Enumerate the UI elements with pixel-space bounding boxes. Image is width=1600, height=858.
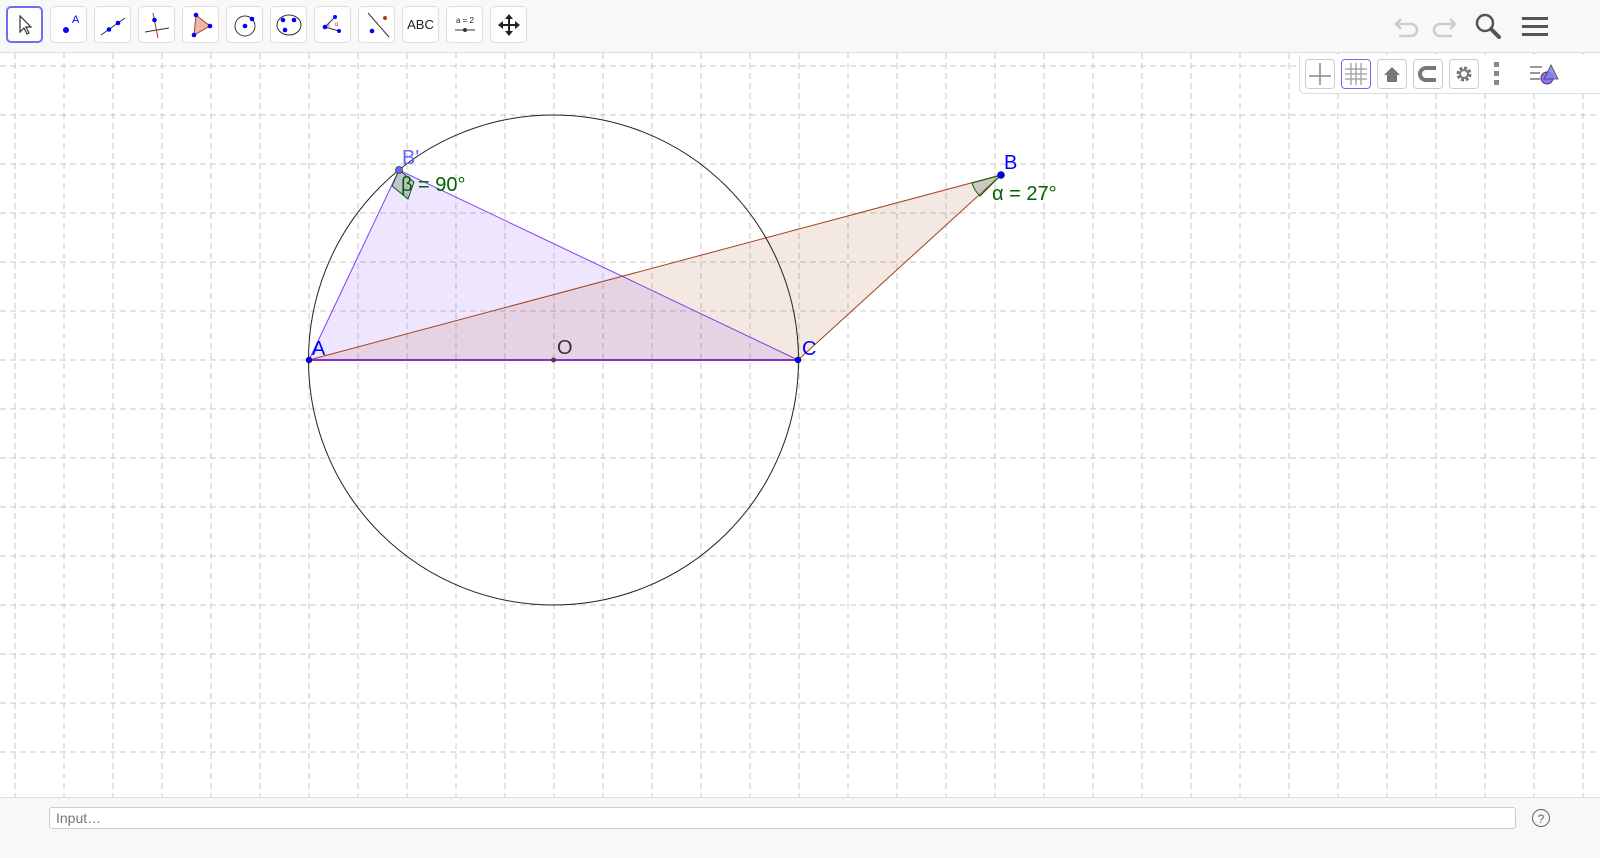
text-icon: ABC xyxy=(407,17,434,32)
label-a: A xyxy=(312,338,326,360)
circle-tool-button[interactable] xyxy=(226,6,263,43)
toolbar: A α ABC a = 2 xyxy=(0,0,1600,53)
magnet-icon xyxy=(1418,66,1436,82)
redo-button[interactable] xyxy=(1425,8,1461,44)
label-o: O xyxy=(557,337,573,359)
label-c: C xyxy=(802,338,816,360)
line-tool-button[interactable] xyxy=(94,6,131,43)
reflect-tool-button[interactable] xyxy=(358,6,395,43)
label-b-prime: B' xyxy=(402,147,419,169)
graphics-view[interactable]: A C O B B' β = 90° α = 27° xyxy=(0,53,1600,797)
search-icon xyxy=(1475,13,1501,39)
help-button[interactable]: ? xyxy=(1532,809,1550,827)
input-field[interactable] xyxy=(49,807,1516,829)
circle-three-points-icon xyxy=(276,14,301,35)
algebra-view-icon xyxy=(1530,63,1559,85)
move-tool-button[interactable] xyxy=(6,6,43,43)
label-b: B xyxy=(1004,152,1017,174)
input-bar: ? xyxy=(0,797,1600,858)
grid xyxy=(0,53,1600,797)
toggle-grid-button[interactable] xyxy=(1341,59,1371,89)
text-tool-button[interactable]: ABC xyxy=(402,6,439,43)
point-icon: A xyxy=(62,14,80,33)
settings-button[interactable] xyxy=(1449,59,1479,89)
slider-icon: a = 2 xyxy=(454,16,475,32)
perpendicular-tool-button[interactable] xyxy=(138,6,175,43)
grid-icon xyxy=(1345,63,1367,85)
circle-center-point-icon xyxy=(234,15,255,36)
polygon-tool-button[interactable] xyxy=(182,6,219,43)
point-tool-button[interactable]: A xyxy=(50,6,87,43)
label-alpha: α = 27° xyxy=(992,183,1057,205)
move-graphics-tool-button[interactable] xyxy=(490,6,527,43)
redo-icon xyxy=(1432,18,1457,38)
main-menu-button[interactable] xyxy=(1517,8,1553,44)
svg-text:A: A xyxy=(72,14,80,26)
graphics-style-bar xyxy=(1299,55,1600,94)
perpendicular-line-icon xyxy=(144,12,169,38)
gear-icon xyxy=(1456,66,1472,82)
more-options-button[interactable] xyxy=(1492,60,1502,88)
arrow-cursor-icon xyxy=(18,14,32,35)
vertical-dots-icon xyxy=(1494,62,1499,85)
point-capturing-button[interactable] xyxy=(1413,59,1443,89)
reflect-line-icon xyxy=(367,12,389,37)
undo-icon xyxy=(1394,18,1419,38)
undo-button[interactable] xyxy=(1390,8,1426,44)
standard-view-button[interactable] xyxy=(1377,59,1407,89)
angle-tool-button[interactable]: α xyxy=(314,6,351,43)
point-o[interactable] xyxy=(551,357,556,363)
axes-icon xyxy=(1309,63,1331,85)
move-graphics-icon xyxy=(497,13,520,36)
circle-three-points-tool-button[interactable] xyxy=(270,6,307,43)
svg-text:a = 2: a = 2 xyxy=(455,16,474,25)
point-c[interactable] xyxy=(794,356,802,364)
angle-icon: α xyxy=(322,14,341,33)
svg-text:α: α xyxy=(335,22,339,28)
label-beta: β = 90° xyxy=(401,174,466,196)
search-button[interactable] xyxy=(1470,8,1506,44)
line-icon xyxy=(100,17,125,35)
home-icon xyxy=(1384,67,1400,82)
hamburger-menu-icon xyxy=(1522,17,1548,36)
slider-tool-button[interactable]: a = 2 xyxy=(446,6,483,43)
polygon-icon xyxy=(191,12,212,37)
toggle-axes-button[interactable] xyxy=(1305,59,1335,89)
algebra-view-toggle-button[interactable] xyxy=(1528,59,1562,89)
